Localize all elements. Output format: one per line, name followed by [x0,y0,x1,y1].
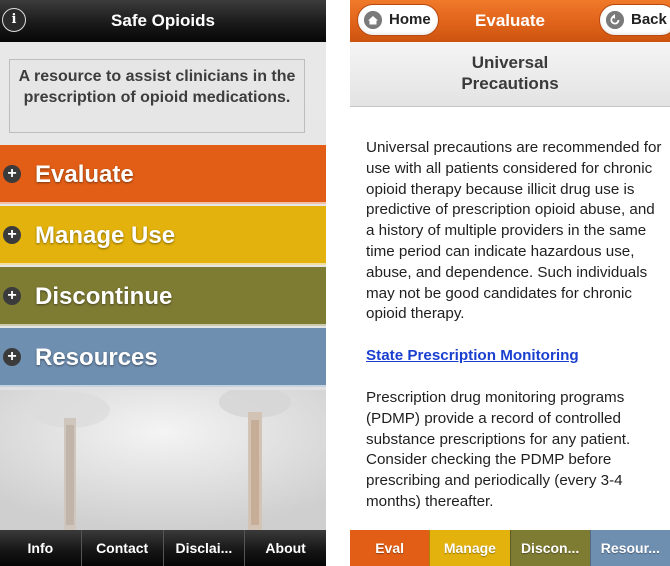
bottom-tab-bar: Info Contact Disclai... About [0,530,326,566]
tab-resources[interactable]: Resour... [589,530,670,566]
tab-manage[interactable]: Manage [429,530,510,566]
menu-item-discontinue[interactable]: + Discontinue [0,267,326,326]
tagline: A resource to assist clinicians in the p… [9,59,305,133]
info-icon[interactable]: i [2,8,26,32]
top-bar: i Safe Opioids [0,0,326,42]
plus-icon: + [3,226,21,244]
back-button[interactable]: Back [599,4,670,36]
content-body[interactable]: Universal precautions are recommended fo… [350,106,670,530]
right-screen: Evaluate Home Back Universal Precautions… [350,0,670,566]
menu-item-evaluate[interactable]: + Evaluate [0,145,326,204]
home-button[interactable]: Home [357,4,439,36]
app-title: Safe Opioids [111,11,215,30]
menu-item-label: Evaluate [35,161,134,188]
menu-item-label: Manage Use [35,222,176,249]
back-arrow-icon [606,11,624,29]
section-title-line-1: Universal [471,53,549,72]
paragraph: Prescription drug monitoring programs (P… [366,388,631,510]
home-icon [364,11,382,29]
background-image [0,390,326,530]
back-label: Back [631,11,667,28]
tab-about[interactable]: About [244,530,326,566]
state-prescription-monitoring-link[interactable]: State Prescription Monitoring [366,346,662,367]
menu-item-manage-use[interactable]: + Manage Use [0,206,326,265]
tab-info[interactable]: Info [0,530,81,566]
menu-item-label: Resources [35,344,158,371]
left-screen: i Safe Opioids A resource to assist clin… [0,0,326,566]
plus-icon: + [3,287,21,305]
menu-item-resources[interactable]: + Resources [0,328,326,387]
tab-eval[interactable]: Eval [350,530,430,566]
top-bar: Evaluate Home Back [350,0,670,42]
section-title-line-2: Precautions [461,74,559,93]
paragraph: Universal precautions are recommended fo… [366,139,662,323]
section-title: Universal Precautions [350,42,670,107]
tab-disclaimer[interactable]: Disclai... [162,530,245,566]
bottom-tab-bar: Eval Manage Discon... Resour... [350,530,670,566]
home-label: Home [389,11,431,28]
plus-icon: + [3,348,21,366]
tab-discontinue[interactable]: Discon... [509,530,590,566]
plus-icon: + [3,165,21,183]
tab-contact[interactable]: Contact [80,530,163,566]
menu-item-label: Discontinue [35,283,173,310]
